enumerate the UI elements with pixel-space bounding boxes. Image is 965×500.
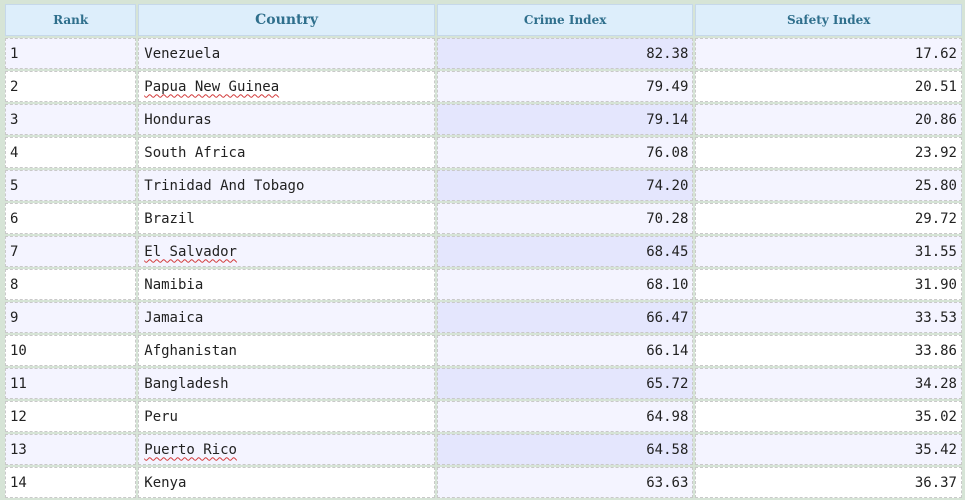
- cell-rank: 1: [5, 38, 137, 69]
- cell-crime-index: 74.20: [436, 170, 694, 201]
- cell-country: Peru: [138, 401, 435, 432]
- country-name: El Salvador: [144, 243, 237, 260]
- cell-crime-index: 64.58: [436, 434, 694, 465]
- table-row[interactable]: 11 Bangladesh 65.72 34.28: [5, 368, 962, 399]
- cell-safety-index: 36.37: [695, 467, 962, 498]
- cell-rank: 3: [5, 104, 137, 135]
- header-safety-index[interactable]: Safety Index: [695, 4, 962, 36]
- cell-rank: 13: [5, 434, 137, 465]
- header-country[interactable]: Country: [138, 4, 435, 36]
- cell-rank: 14: [5, 467, 137, 498]
- cell-safety-index: 31.90: [695, 269, 962, 300]
- cell-rank: 8: [5, 269, 137, 300]
- cell-crime-index: 79.49: [436, 71, 694, 102]
- table-row[interactable]: 10 Afghanistan 66.14 33.86: [5, 335, 962, 366]
- cell-safety-index: 35.42: [695, 434, 962, 465]
- cell-rank: 9: [5, 302, 137, 333]
- cell-country: Namibia: [138, 269, 435, 300]
- cell-country: El Salvador: [138, 236, 435, 267]
- cell-country: Trinidad And Tobago: [138, 170, 435, 201]
- cell-rank: 11: [5, 368, 137, 399]
- table-body: 1 Venezuela 82.38 17.62 2 Papua New Guinea 79.…: [5, 38, 962, 498]
- cell-country: Jamaica: [138, 302, 435, 333]
- table-row[interactable]: 14 Kenya 63.63 36.37: [5, 467, 962, 498]
- table-row[interactable]: 3 Honduras 79.14 20.86: [5, 104, 962, 135]
- cell-safety-index: 25.80: [695, 170, 962, 201]
- cell-safety-index: 33.53: [695, 302, 962, 333]
- country-name: Jamaica: [144, 309, 204, 326]
- country-name: Bangladesh: [144, 375, 229, 392]
- table-header-row: Rank Country Crime Index Safety Index: [5, 4, 962, 36]
- table-row[interactable]: 6 Brazil 70.28 29.72: [5, 203, 962, 234]
- cell-country: Papua New Guinea: [138, 71, 435, 102]
- cell-crime-index: 68.45: [436, 236, 694, 267]
- cell-country: Honduras: [138, 104, 435, 135]
- table-row[interactable]: 5 Trinidad And Tobago 74.20 25.80: [5, 170, 962, 201]
- cell-safety-index: 33.86: [695, 335, 962, 366]
- country-name: Trinidad And Tobago: [144, 177, 305, 194]
- table-row[interactable]: 1 Venezuela 82.38 17.62: [5, 38, 962, 69]
- cell-safety-index: 35.02: [695, 401, 962, 432]
- crime-index-table: Rank Country Crime Index Safety Index 1V…: [3, 2, 964, 500]
- cell-country: Brazil: [138, 203, 435, 234]
- cell-rank: 12: [5, 401, 137, 432]
- cell-crime-index: 68.10: [436, 269, 694, 300]
- header-rank[interactable]: Rank: [5, 4, 137, 36]
- cell-rank: 4: [5, 137, 137, 168]
- country-name: Afghanistan: [144, 342, 237, 359]
- cell-crime-index: 65.72: [436, 368, 694, 399]
- country-name: Kenya: [144, 474, 187, 491]
- cell-rank: 5: [5, 170, 137, 201]
- table-row[interactable]: 9 Jamaica 66.47 33.53: [5, 302, 962, 333]
- cell-country: Afghanistan: [138, 335, 435, 366]
- cell-safety-index: 29.72: [695, 203, 962, 234]
- cell-crime-index: 66.14: [436, 335, 694, 366]
- country-name: Puerto Rico: [144, 441, 237, 458]
- country-name: Peru: [144, 408, 178, 425]
- cell-crime-index: 76.08: [436, 137, 694, 168]
- cell-crime-index: 70.28: [436, 203, 694, 234]
- country-name: Namibia: [144, 276, 204, 293]
- table-row[interactable]: 2 Papua New Guinea 79.49 20.51: [5, 71, 962, 102]
- cell-crime-index: 63.63: [436, 467, 694, 498]
- table-row[interactable]: 8 Namibia 68.10 31.90: [5, 269, 962, 300]
- header-crime-index[interactable]: Crime Index: [436, 4, 694, 36]
- cell-rank: 7: [5, 236, 137, 267]
- cell-safety-index: 20.86: [695, 104, 962, 135]
- country-name: Honduras: [144, 111, 212, 128]
- cell-crime-index: 79.14: [436, 104, 694, 135]
- table-row[interactable]: 7 El Salvador 68.45 31.55: [5, 236, 962, 267]
- cell-country: Kenya: [138, 467, 435, 498]
- cell-safety-index: 20.51: [695, 71, 962, 102]
- country-name: South Africa: [144, 144, 246, 161]
- cell-rank: 2: [5, 71, 137, 102]
- cell-country: South Africa: [138, 137, 435, 168]
- cell-crime-index: 64.98: [436, 401, 694, 432]
- cell-safety-index: 23.92: [695, 137, 962, 168]
- cell-crime-index: 66.47: [436, 302, 694, 333]
- cell-safety-index: 17.62: [695, 38, 962, 69]
- cell-safety-index: 34.28: [695, 368, 962, 399]
- cell-country: Venezuela: [138, 38, 435, 69]
- cell-rank: 6: [5, 203, 137, 234]
- table-row[interactable]: 4 South Africa 76.08 23.92: [5, 137, 962, 168]
- country-name: Venezuela: [144, 45, 221, 62]
- country-name: Brazil: [144, 210, 195, 227]
- table-row[interactable]: 13 Puerto Rico 64.58 35.42: [5, 434, 962, 465]
- country-name: Papua New Guinea: [144, 78, 280, 95]
- table-row[interactable]: 12 Peru 64.98 35.02: [5, 401, 962, 432]
- cell-country: Puerto Rico: [138, 434, 435, 465]
- cell-crime-index: 82.38: [436, 38, 694, 69]
- crime-index-table-container: Rank Country Crime Index Safety Index 1V…: [3, 2, 964, 498]
- cell-rank: 10: [5, 335, 137, 366]
- cell-country: Bangladesh: [138, 368, 435, 399]
- cell-safety-index: 31.55: [695, 236, 962, 267]
